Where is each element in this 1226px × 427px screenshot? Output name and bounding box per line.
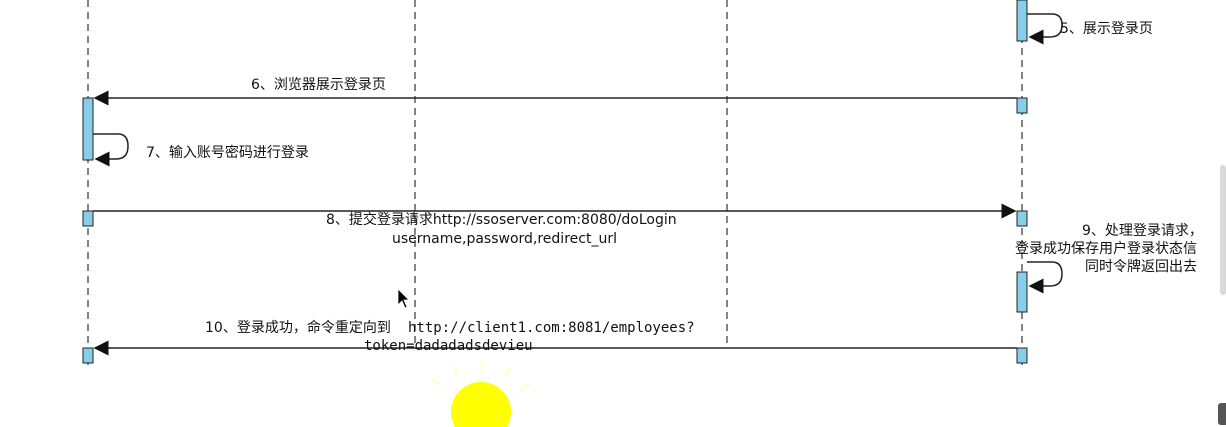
label-message-7: 7、输入账号密码进行登录 [146, 144, 309, 161]
activation-sso-top [1016, 0, 1028, 42]
activation-sso-m6 [1016, 97, 1028, 114]
label-message-5: 5、展示登录页 [1060, 21, 1153, 37]
label-message-8-line2: username,password,redirect_url [392, 231, 617, 247]
mouse-cursor-icon [397, 288, 410, 309]
label-message-10-line2: token=dadadadsdevieu [364, 338, 533, 354]
scrollbar-thumb[interactable] [1220, 165, 1226, 295]
sequence-diagram: 5、展示登录页 6、浏览器展示登录页 7、输入账号密码进行登录 8、提交登录请求… [82, 0, 1203, 427]
label-message-8-line1: 8、提交登录请求http://ssoserver.com:8080/doLogi… [326, 211, 677, 228]
activation-sso-m8 [1016, 210, 1028, 227]
label-message-10-line1-text: 10、登录成功，命令重定向到 [205, 319, 391, 336]
label-message-9-line2: 登录成功保存用户登录状态信 [1015, 240, 1197, 257]
self-arrow-9 [1027, 261, 1063, 294]
activation-sso-m10 [1016, 347, 1028, 364]
cursor-highlight-icon [431, 362, 531, 427]
activation-browser-m7 [82, 97, 94, 161]
label-message-10-line1-url: http://client1.com:8081/employees? [408, 320, 695, 336]
label-message-9-line3: 同时令牌返回出去 [1085, 258, 1197, 275]
self-arrow-5 [1027, 13, 1063, 45]
corner-handle[interactable] [1218, 403, 1226, 425]
label-message-9-line1: 9、处理登录请求， [1082, 223, 1203, 239]
activation-browser-m10 [82, 347, 94, 364]
activation-sso-m9 [1016, 271, 1028, 313]
activation-browser-m8 [82, 210, 94, 227]
self-arrow-7 [93, 133, 129, 167]
label-message-6: 6、浏览器展示登录页 [251, 77, 386, 93]
